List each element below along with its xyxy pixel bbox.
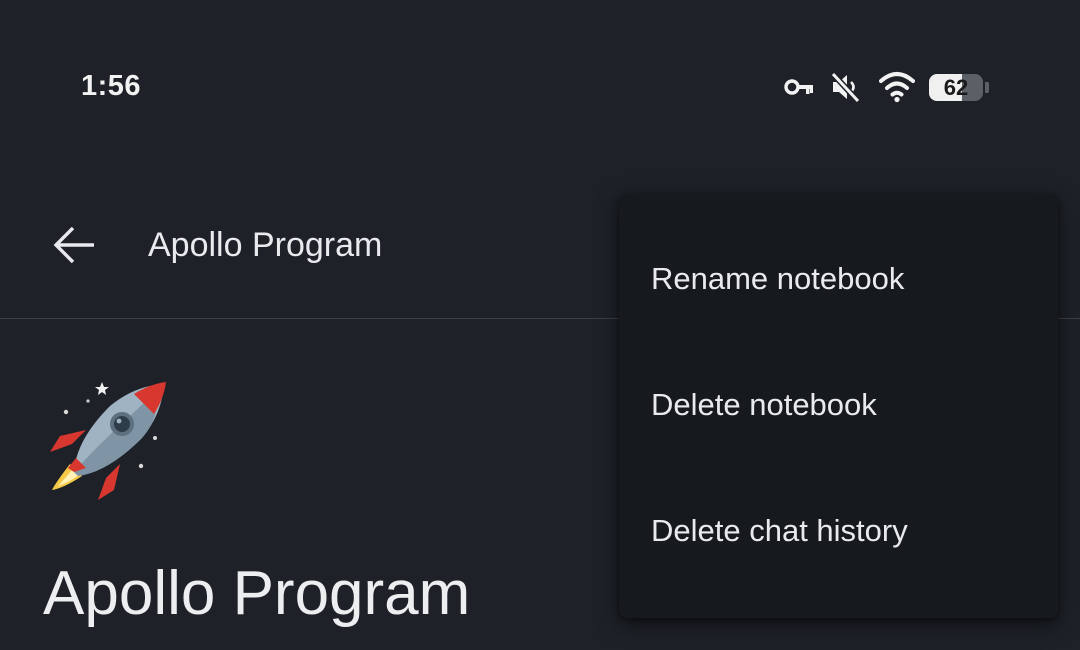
screen: 1:56 62 Apollo Program Apollo Program Re… (0, 0, 1080, 650)
battery-level: 62 (943, 75, 969, 100)
back-button[interactable] (44, 215, 104, 275)
status-time: 1:56 (81, 70, 142, 102)
muted-icon (830, 71, 860, 103)
notebook-title: Apollo Program (43, 559, 471, 628)
battery-icon: 62 (929, 74, 983, 101)
delete-chat-history-menu-item[interactable]: Delete chat history (619, 476, 1058, 586)
rename-notebook-menu-item[interactable]: Rename notebook (619, 224, 1058, 334)
rocket-icon (50, 382, 166, 500)
app-bar-title: Apollo Program (148, 226, 383, 264)
arrow-back-icon (53, 226, 94, 264)
delete-notebook-menu-item[interactable]: Delete notebook (619, 350, 1058, 460)
vpn-key-icon (784, 79, 813, 95)
overflow-menu: Rename notebook Delete notebook Delete c… (619, 194, 1058, 618)
wifi-icon (879, 72, 915, 103)
battery-nub (985, 82, 989, 93)
